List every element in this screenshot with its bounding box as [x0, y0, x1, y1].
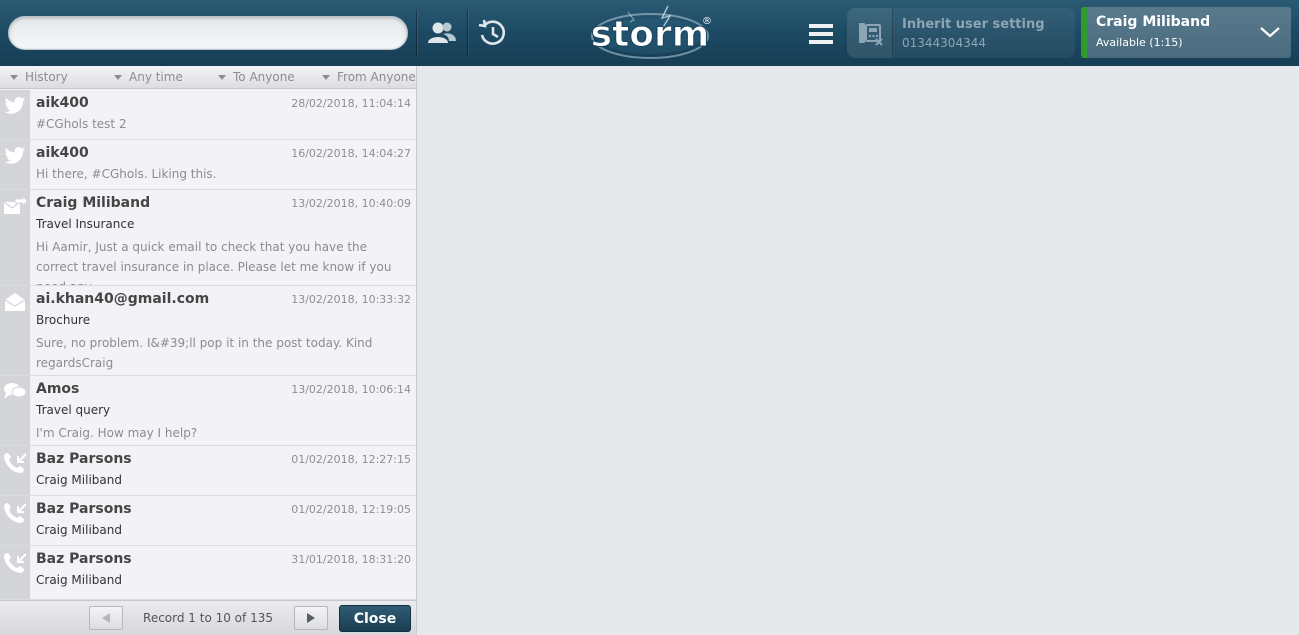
item-text: Hi there, #CGhols. Liking this.: [36, 167, 217, 181]
item-sender: aik400: [36, 145, 89, 161]
svg-text:®: ®: [702, 16, 712, 27]
list-item[interactable]: Amos 13/02/2018, 10:06:14 Travel query I…: [0, 376, 416, 446]
item-agent: Craig Miliband: [36, 473, 122, 487]
user-name: Craig Miliband: [1096, 14, 1211, 30]
contacts-button[interactable]: [422, 13, 462, 53]
item-agent: Craig Miliband: [36, 573, 122, 587]
user-status-panel[interactable]: Craig Miliband Available (1:15): [1081, 7, 1291, 58]
caret-down-icon: [322, 74, 330, 80]
history-clock-icon: [478, 19, 506, 45]
pagination-bar: Record 1 to 10 of 135 Close: [0, 600, 416, 635]
history-filter-label: History: [25, 70, 68, 84]
item-type-cell: [0, 496, 30, 545]
close-button[interactable]: Close: [339, 605, 411, 632]
list-item[interactable]: aik400 16/02/2018, 14:04:27 Hi there, #C…: [0, 140, 416, 190]
email-forward-icon: [3, 196, 27, 214]
user-status: Available (1:15): [1096, 36, 1183, 49]
twitter-icon: [4, 97, 26, 114]
item-type-cell: [0, 376, 30, 445]
svg-text:storm: storm: [591, 14, 710, 55]
storm-logo: storm ®: [588, 2, 718, 64]
item-timestamp: 31/01/2018, 18:31:20: [291, 553, 411, 566]
email-open-icon: [4, 293, 26, 311]
phone-setting-panel[interactable]: Inherit user setting 01344304344: [847, 8, 1075, 58]
item-preview: Hi Aamir, Just a quick email to check th…: [36, 240, 392, 285]
list-item[interactable]: aik400 28/02/2018, 11:04:14 #CGhols test…: [0, 90, 416, 140]
item-type-cell: [0, 546, 30, 599]
contacts-icon: [428, 22, 456, 43]
chevron-down-icon[interactable]: [1259, 23, 1281, 41]
call-incoming-icon: [4, 503, 27, 523]
twitter-icon: [4, 147, 26, 164]
caret-down-icon: [10, 74, 18, 80]
item-type-cell: [0, 286, 30, 375]
to-filter-dropdown[interactable]: To Anyone: [218, 70, 295, 84]
previous-page-button[interactable]: [89, 606, 123, 630]
availability-indicator: [1081, 7, 1087, 58]
item-timestamp: 01/02/2018, 12:27:15: [291, 453, 411, 466]
top-bar: storm ® Inherit user setting 01344304344…: [0, 0, 1299, 66]
item-sender: aik400: [36, 95, 89, 111]
item-subject: Travel Insurance: [36, 217, 135, 231]
item-sender: Amos: [36, 381, 80, 397]
item-type-cell: [0, 446, 30, 495]
item-agent: Craig Miliband: [36, 523, 122, 537]
toolbar-divider: [416, 10, 417, 56]
main-menu-button[interactable]: [802, 16, 840, 52]
item-text: #CGhols test 2: [36, 117, 127, 131]
hamburger-menu-icon: [809, 24, 833, 44]
item-sender: Craig Miliband: [36, 195, 151, 211]
toolbar-divider: [467, 10, 468, 56]
search-input[interactable]: [8, 16, 408, 50]
item-subject: Brochure: [36, 313, 91, 327]
next-page-button[interactable]: [294, 606, 328, 630]
from-filter-label: From Anyone: [337, 70, 416, 84]
list-item[interactable]: Baz Parsons 01/02/2018, 12:19:05 Craig M…: [0, 496, 416, 546]
item-type-cell: [0, 90, 30, 139]
desk-phone-button[interactable]: [847, 8, 893, 58]
call-incoming-icon: [4, 553, 27, 573]
list-item[interactable]: ai.khan40@gmail.com 13/02/2018, 10:33:32…: [0, 286, 416, 376]
item-type-cell: [0, 190, 30, 285]
desk-phone-disabled-icon: [858, 23, 883, 46]
item-timestamp: 01/02/2018, 12:19:05: [291, 503, 411, 516]
history-button[interactable]: [472, 13, 512, 53]
item-preview: Sure, no problem. I&#39;ll pop it in the…: [36, 336, 373, 370]
triangle-left-icon: [102, 613, 110, 623]
item-timestamp: 13/02/2018, 10:40:09: [291, 197, 411, 210]
filter-bar: History Any time To Anyone From Anyone: [0, 66, 416, 89]
phone-number: 01344304344: [902, 36, 986, 50]
item-timestamp: 28/02/2018, 11:04:14: [291, 97, 411, 110]
from-filter-dropdown[interactable]: From Anyone: [322, 70, 416, 84]
history-list: aik400 28/02/2018, 11:04:14 #CGhols test…: [0, 90, 416, 600]
phone-setting-label: Inherit user setting: [902, 17, 1045, 32]
item-sender: Baz Parsons: [36, 451, 132, 467]
call-incoming-icon: [4, 453, 27, 473]
chat-icon: [4, 383, 27, 399]
to-filter-label: To Anyone: [233, 70, 295, 84]
history-panel: History Any time To Anyone From Anyone a…: [0, 66, 417, 635]
caret-down-icon: [218, 74, 226, 80]
history-filter-dropdown[interactable]: History: [10, 70, 68, 84]
main-content-area: [417, 66, 1299, 635]
item-timestamp: 13/02/2018, 10:33:32: [291, 293, 411, 306]
list-item[interactable]: Baz Parsons 01/02/2018, 12:27:15 Craig M…: [0, 446, 416, 496]
time-filter-label: Any time: [129, 70, 183, 84]
item-timestamp: 13/02/2018, 10:06:14: [291, 383, 411, 396]
caret-down-icon: [114, 74, 122, 80]
item-subject: Travel query: [36, 403, 111, 417]
record-count: Record 1 to 10 of 135: [143, 611, 273, 625]
search-box: [8, 16, 408, 50]
item-sender: ai.khan40@gmail.com: [36, 291, 210, 307]
item-sender: Baz Parsons: [36, 501, 132, 517]
item-timestamp: 16/02/2018, 14:04:27: [291, 147, 411, 160]
list-item[interactable]: Baz Parsons 31/01/2018, 18:31:20 Craig M…: [0, 546, 416, 600]
item-type-cell: [0, 140, 30, 189]
triangle-right-icon: [307, 613, 315, 623]
item-sender: Baz Parsons: [36, 551, 132, 567]
list-item[interactable]: Craig Miliband 13/02/2018, 10:40:09 Trav…: [0, 190, 416, 286]
item-preview: I'm Craig. How may I help?: [36, 426, 198, 440]
time-filter-dropdown[interactable]: Any time: [114, 70, 183, 84]
